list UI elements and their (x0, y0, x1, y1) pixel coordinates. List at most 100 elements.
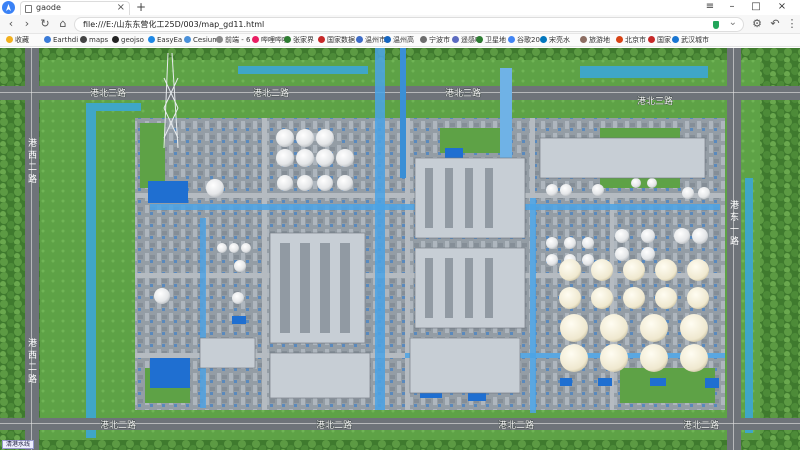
forward-arrow-icon[interactable]: › (20, 17, 34, 31)
bookmark-favicon-icon (252, 36, 259, 43)
pipe-rack-north (400, 48, 406, 178)
bookmark-item[interactable]: 谷歌20 (508, 35, 540, 46)
svg-text:港: 港 (28, 337, 37, 349)
bookmark-favicon-icon (44, 36, 51, 43)
bookmark-item[interactable]: 宋亮水 (540, 35, 570, 46)
bookmark-label: 旅游地 (589, 36, 610, 44)
bookmark-label: 收藏 (15, 36, 29, 44)
svg-text:路: 路 (28, 373, 37, 385)
road-label-south-mid2: 港北二路 (498, 419, 534, 431)
bookmark-item[interactable]: 国家数据 (318, 35, 355, 46)
bookmark-favicon-icon (384, 36, 391, 43)
shield-icon[interactable] (713, 21, 719, 29)
bookmark-label: geojso (121, 36, 144, 44)
minimize-button[interactable]: – (722, 0, 742, 15)
bookmark-favicon-icon (6, 36, 13, 43)
west-canal (86, 103, 96, 438)
new-tab-button[interactable]: + (136, 0, 146, 14)
bookmark-favicon-icon (508, 36, 515, 43)
undo-icon[interactable]: ↶ (768, 17, 782, 31)
status-chip: 清港水线 (2, 440, 35, 449)
navigation-bar: ‹ › ↻ ⌂ file:///E:/山东东营化工25D/003/map_gd1… (0, 15, 800, 34)
gear-icon[interactable]: ⚙ (750, 17, 764, 31)
svg-text:东: 东 (730, 211, 739, 223)
bookmark-item[interactable]: 前端 - 6 (216, 35, 250, 46)
bookmark-item[interactable]: Earthdi (44, 35, 78, 46)
bookmark-item[interactable]: 收藏 (6, 35, 29, 46)
bookmark-favicon-icon (184, 36, 191, 43)
road-label-south-left: 港北二路 (100, 419, 136, 431)
page-icon (25, 5, 32, 13)
maximize-button[interactable]: □ (746, 0, 766, 15)
east-canal (745, 178, 753, 433)
bookmark-favicon-icon (476, 36, 483, 43)
svg-text:路: 路 (730, 235, 739, 247)
bookmark-favicon-icon (580, 36, 587, 43)
refresh-icon[interactable]: ↻ (38, 17, 52, 31)
address-bar[interactable]: file:///E:/山东东营化工25D/003/map_gd11.html ⌄ (74, 17, 744, 32)
bookmark-item[interactable]: Cesium (184, 35, 219, 46)
bookmark-favicon-icon (284, 36, 291, 43)
bookmark-item[interactable]: 卫星地 (476, 35, 506, 46)
svg-text:港: 港 (28, 137, 37, 149)
svg-text:路: 路 (28, 173, 37, 185)
bookmark-item[interactable]: 旅游地 (580, 35, 610, 46)
bookmark-favicon-icon (648, 36, 655, 43)
bookmark-favicon-icon (452, 36, 459, 43)
bookmark-item[interactable]: 温州市 (356, 35, 386, 46)
bookmark-item[interactable]: 国家 (648, 35, 671, 46)
bookmark-favicon-icon (672, 36, 679, 43)
bookmark-label: 谷歌20 (517, 36, 540, 44)
bookmark-favicon-icon (318, 36, 325, 43)
browser-tab[interactable]: gaode × (20, 1, 130, 15)
bookmark-label: 宁波市 (429, 36, 450, 44)
svg-text:一: 一 (730, 225, 739, 235)
bookmark-item[interactable]: 宁波市 (420, 35, 450, 46)
bookmark-item[interactable]: 武汉城市 (672, 35, 709, 46)
back-arrow-icon[interactable]: ‹ (4, 17, 18, 31)
north-canal-west (238, 66, 368, 74)
west-canal-bend (86, 103, 141, 111)
bookmark-favicon-icon (356, 36, 363, 43)
svg-text:二: 二 (28, 163, 37, 173)
bookmark-label: 前端 - 6 (225, 36, 251, 44)
bookmark-item[interactable]: 张家界 (284, 35, 314, 46)
more-icon[interactable]: ⋮ (785, 17, 799, 31)
svg-text:港: 港 (730, 199, 739, 211)
url-text[interactable]: file:///E:/山东东营化工25D/003/map_gd11.html (83, 19, 264, 30)
pipe-rack-main (375, 48, 385, 410)
bookmark-label: maps (89, 36, 109, 44)
svg-text:西: 西 (28, 350, 37, 361)
chevron-down-icon[interactable]: ⌄ (729, 17, 737, 28)
road-label-south-mid1: 港北二路 (316, 419, 352, 431)
bookmark-favicon-icon (420, 36, 427, 43)
bookmark-favicon-icon (540, 36, 547, 43)
bookmark-item[interactable]: EasyEa (148, 35, 182, 46)
close-window-button[interactable]: × (772, 0, 792, 15)
menu-icon[interactable]: ≡ (700, 0, 720, 15)
bookmark-favicon-icon (216, 36, 223, 43)
map-view[interactable]: 港北三路 港北二路 港北三路 港北三路 港北二路 港北二路 港北二路 港北二路 … (0, 48, 800, 450)
bookmark-item[interactable]: 北京市 (616, 35, 646, 46)
bookmark-label: 张家界 (293, 36, 314, 44)
park-map-canvas[interactable]: 港北三路 港北二路 港北三路 港北三路 港北二路 港北二路 港北二路 港北二路 … (0, 48, 800, 450)
bookmark-favicon-icon (148, 36, 155, 43)
bookmark-favicon-icon (112, 36, 119, 43)
bookmark-item[interactable]: 温州高 (384, 35, 414, 46)
road-label-north-far: 港北三路 (637, 95, 673, 107)
road-label-north-mid: 港北二路 (253, 87, 289, 99)
home-icon[interactable]: ⌂ (56, 17, 70, 31)
close-tab-icon[interactable]: × (117, 2, 125, 13)
bookmark-label: 国家数据 (327, 36, 355, 44)
bookmark-item[interactable]: geojso (112, 35, 144, 46)
north-canal (580, 66, 708, 78)
bookmark-label: 卫星地 (485, 36, 506, 44)
browser-logo-icon[interactable] (2, 1, 15, 14)
bookmark-label: 国家 (657, 36, 671, 44)
tab-title: gaode (36, 3, 61, 12)
bookmark-label: EasyEa (157, 36, 183, 44)
svg-text:西: 西 (28, 150, 37, 161)
bookmark-favicon-icon (616, 36, 623, 43)
bookmark-label: 温州高 (393, 36, 414, 44)
bookmark-item[interactable]: maps (80, 35, 108, 46)
